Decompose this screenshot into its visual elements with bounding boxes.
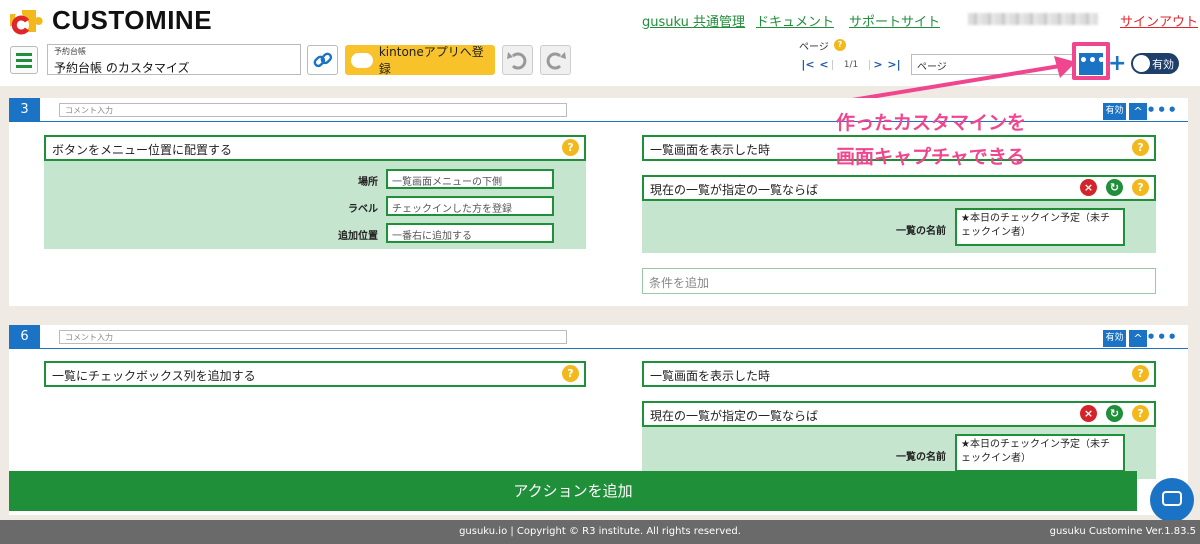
link-documents[interactable]: ドキュメント: [756, 11, 834, 30]
link-gusuku-admin[interactable]: gusuku 共通管理: [642, 11, 745, 30]
first-page-button[interactable]: |<: [800, 58, 816, 71]
panel-more-button[interactable]: •••: [1146, 101, 1178, 119]
redo-button[interactable]: [540, 45, 571, 75]
undo-icon: [507, 52, 527, 70]
enable-toggle[interactable]: 有効: [1131, 53, 1179, 74]
panel-number: 3: [9, 98, 40, 122]
comment-input[interactable]: コメント入力: [59, 330, 567, 344]
action-label: ボタンをメニュー位置に配置する: [52, 143, 233, 157]
condition-box[interactable]: 現在の一覧が指定の一覧ならば: [642, 401, 1156, 427]
menu-icon: [16, 53, 32, 56]
register-kintone-label: kintoneアプリへ登録: [378, 45, 484, 76]
condition-field-input[interactable]: ★本日のチェックイン予定（未チェックイン者）: [955, 208, 1125, 246]
app-title-box[interactable]: 予約台帳 予約台帳 のカスタマイズ: [47, 44, 301, 75]
annotation-line-1: 作ったカスタマインを: [836, 112, 1027, 134]
field-label: ラベル: [348, 204, 378, 215]
copyright-text: gusuku.io | Copyright © R3 institute. Al…: [459, 526, 741, 537]
chat-button[interactable]: [1150, 478, 1194, 522]
user-name-blurred: [968, 13, 1098, 25]
cloud-icon: [351, 52, 373, 68]
toggle-knob: [1133, 55, 1150, 72]
link-button[interactable]: [307, 45, 338, 75]
version-text: gusuku Customine Ver.1.83.5: [1049, 526, 1196, 537]
condition-label: 現在の一覧が指定の一覧ならば: [650, 409, 819, 423]
collapse-button[interactable]: ^: [1129, 103, 1147, 120]
help-icon[interactable]: ?: [1132, 139, 1149, 156]
help-icon[interactable]: ?: [1132, 179, 1149, 196]
condition-field-label: 一覧の名前: [896, 452, 946, 463]
remove-icon[interactable]: ×: [1080, 179, 1097, 196]
customine-logo-icon: [10, 9, 43, 34]
brand-name: CUSTOMINE: [52, 5, 213, 35]
action-params: 場所 一覧画面メニューの下側 ラベル チェックインした方を登録 追加位置 一番右…: [44, 161, 586, 249]
undo-button[interactable]: [502, 45, 533, 75]
field-label: 追加位置: [338, 231, 378, 242]
logo[interactable]: CUSTOMINE: [8, 5, 212, 36]
panel-divider: [40, 348, 1188, 349]
switch-icon[interactable]: ↻: [1106, 179, 1123, 196]
trigger-label: 一覧画面を表示した時: [650, 369, 771, 383]
panel-more-button[interactable]: •••: [1146, 328, 1178, 346]
help-icon[interactable]: ?: [562, 365, 579, 382]
help-icon[interactable]: ?: [1132, 365, 1149, 382]
condition-box[interactable]: 現在の一覧が指定の一覧ならば: [642, 175, 1156, 201]
redo-icon: [546, 52, 566, 70]
link-support-site[interactable]: サポートサイト: [849, 11, 940, 30]
add-button[interactable]: +: [1108, 52, 1126, 76]
trigger-label: 一覧画面を表示した時: [650, 143, 771, 157]
remove-icon[interactable]: ×: [1080, 405, 1097, 422]
footer: gusuku.io | Copyright © R3 institute. Al…: [0, 520, 1200, 544]
condition-field-input[interactable]: ★本日のチェックイン予定（未チェックイン者）: [955, 434, 1125, 472]
valid-tag[interactable]: 有効: [1103, 330, 1126, 347]
condition-params: 一覧の名前 ★本日のチェックイン予定（未チェックイン者）: [642, 201, 1156, 253]
link-icon: [313, 52, 333, 68]
register-kintone-button[interactable]: kintoneアプリへ登録: [345, 45, 495, 76]
comment-input[interactable]: コメント入力: [59, 103, 567, 117]
app-name-small: 予約台帳: [54, 47, 86, 56]
menu-button[interactable]: [10, 46, 38, 74]
add-action-button[interactable]: アクションを追加: [9, 471, 1137, 511]
help-icon[interactable]: ?: [562, 139, 579, 156]
menu-icon-bar: [16, 59, 32, 62]
add-condition-input[interactable]: 条件を追加: [642, 268, 1156, 294]
page-label: ページ: [799, 42, 829, 53]
help-icon[interactable]: ?: [1132, 405, 1149, 422]
top-header: CUSTOMINE gusuku 共通管理 ドキュメント サポートサイト サイン…: [0, 0, 1200, 38]
action-box[interactable]: ボタンをメニュー位置に配置する: [44, 135, 586, 161]
panel-number: 6: [9, 325, 40, 349]
collapse-button[interactable]: ^: [1129, 330, 1147, 347]
action-label: 一覧にチェックボックス列を追加する: [52, 369, 256, 383]
toggle-label: 有効: [1152, 58, 1174, 71]
help-icon[interactable]: ?: [834, 39, 846, 51]
condition-field-label: 一覧の名前: [896, 226, 946, 237]
action-box[interactable]: 一覧にチェックボックス列を追加する: [44, 361, 586, 387]
trigger-box[interactable]: 一覧画面を表示した時: [642, 361, 1156, 387]
app-title: 予約台帳 のカスタマイズ: [54, 61, 190, 75]
field-input[interactable]: 一番右に追加する: [386, 223, 554, 243]
condition-label: 現在の一覧が指定の一覧ならば: [650, 183, 819, 197]
field-input[interactable]: 一覧画面メニューの下側: [386, 169, 554, 189]
signout-link[interactable]: サインアウト: [1120, 11, 1198, 30]
valid-tag[interactable]: 有効: [1103, 103, 1126, 120]
switch-icon[interactable]: ↻: [1106, 405, 1123, 422]
chat-icon: [1162, 491, 1182, 506]
menu-icon-bar: [16, 65, 32, 68]
annotation-line-2: 画面キャプチャできる: [836, 146, 1026, 168]
field-label: 場所: [358, 177, 378, 188]
field-input[interactable]: チェックインした方を登録: [386, 196, 554, 216]
